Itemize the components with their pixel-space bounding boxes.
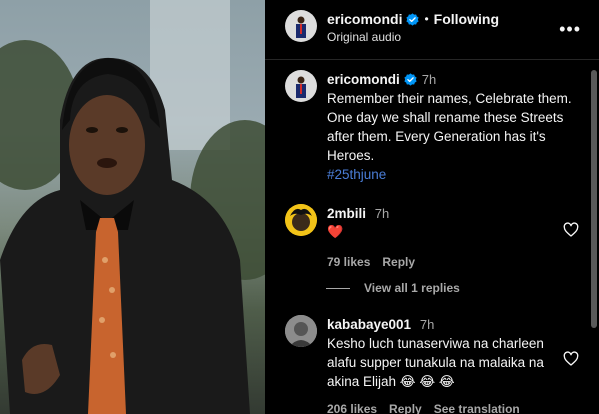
header-divider — [265, 59, 599, 60]
replies-line — [326, 287, 350, 289]
author-avatar[interactable] — [285, 10, 317, 42]
post-caption: ericomondi 7h Remember their names, Cele… — [285, 70, 585, 184]
caption-author-avatar[interactable] — [285, 70, 317, 102]
comment-item: kababaye001 7h Kesho luch tunaserviwa na… — [285, 315, 599, 414]
video-player[interactable] — [0, 0, 265, 414]
comment-likes[interactable]: 79 likes — [327, 253, 370, 272]
comment-username[interactable]: 2mbili — [327, 206, 366, 221]
separator-dot: • — [424, 12, 429, 26]
more-options-icon[interactable]: ••• — [559, 20, 581, 38]
comments-scrollbar[interactable] — [591, 62, 597, 414]
caption-text: Remember their names, Celebrate them. On… — [327, 91, 572, 163]
commenter-avatar[interactable] — [285, 315, 317, 347]
audio-link[interactable]: Original audio — [327, 28, 499, 46]
like-heart-icon[interactable] — [563, 222, 579, 238]
comment-time: 7h — [374, 206, 390, 221]
reply-button[interactable]: Reply — [389, 400, 422, 414]
scrollbar-thumb[interactable] — [591, 70, 597, 328]
hashtag-link[interactable]: #25thjune — [327, 165, 585, 184]
comment-text: ❤️ — [327, 224, 344, 239]
see-translation-button[interactable]: See translation — [434, 400, 520, 414]
view-replies-label: View all 1 replies — [364, 281, 460, 295]
author-username[interactable]: ericomondi — [327, 10, 402, 28]
view-replies-button[interactable]: View all 1 replies — [326, 281, 460, 295]
reply-button[interactable]: Reply — [382, 253, 415, 272]
verified-badge-icon — [406, 12, 420, 26]
comment-time: 7h — [419, 317, 435, 332]
comment-likes[interactable]: 206 likes — [327, 400, 377, 414]
caption-time: 7h — [421, 72, 437, 87]
comment-text: Kesho luch tunaserviwa na charleen alafu… — [327, 336, 544, 389]
post-header: ericomondi • Following Original audio ••… — [285, 10, 599, 54]
like-heart-icon[interactable] — [563, 351, 579, 367]
verified-badge-icon — [404, 73, 417, 86]
post-detail-panel: ericomondi • Following Original audio ••… — [265, 0, 599, 414]
comment-username[interactable]: kababaye001 — [327, 317, 411, 332]
person-in-hoodie — [0, 57, 250, 414]
comment-item: 2mbili 7h ❤️ 79 likes Reply — [285, 204, 599, 272]
commenter-avatar[interactable] — [285, 204, 317, 236]
following-button[interactable]: Following — [434, 10, 499, 28]
caption-username[interactable]: ericomondi — [327, 70, 400, 89]
